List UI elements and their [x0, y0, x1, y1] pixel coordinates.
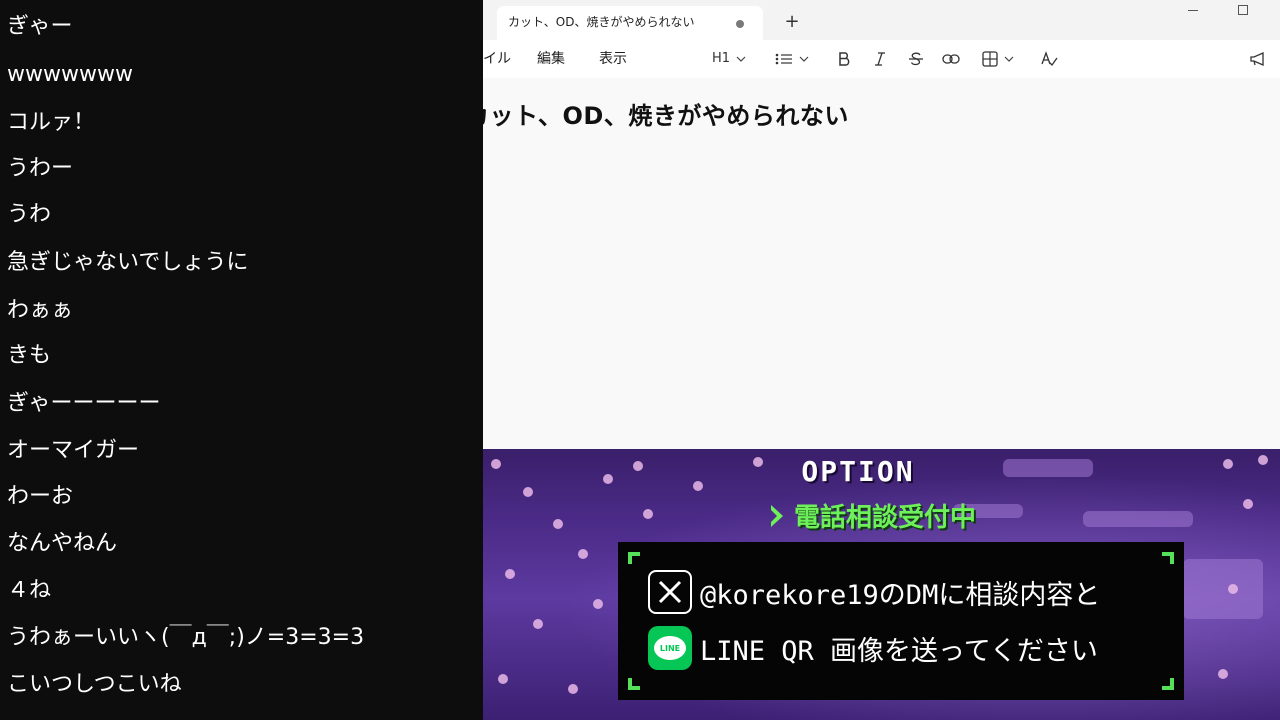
- heading-dropdown[interactable]: H1: [712, 49, 746, 69]
- link-button[interactable]: [942, 49, 960, 69]
- petal-icon: [568, 684, 578, 694]
- chevron-down-icon: [799, 56, 809, 62]
- comment-item: こいつしつこいね: [7, 672, 182, 697]
- pixel-cloud: [1183, 559, 1263, 619]
- comment-item: うわぁーいいヽ(￣д￣;)ノ=3=3=3: [7, 625, 365, 650]
- comment-item: コルァ！: [7, 110, 96, 135]
- petal-icon: [505, 569, 515, 579]
- line-contact-text: LINE QR 画像を送ってください: [700, 635, 1098, 667]
- italic-button[interactable]: [873, 49, 887, 69]
- contact-info-box: @korekore19のDMに相談内容と LINE LINE QR 画像を送って…: [618, 542, 1184, 700]
- minimize-icon: [1188, 10, 1198, 11]
- link-icon: [942, 54, 960, 64]
- comment-item: ４ね: [7, 578, 52, 603]
- comment-item: wwwwwww: [7, 62, 133, 87]
- petal-icon: [1243, 499, 1253, 509]
- menu-edit[interactable]: 編集: [537, 40, 565, 78]
- comment-item: わぁぁ: [7, 298, 74, 323]
- maximize-icon: [1238, 5, 1248, 15]
- spellcheck-icon: [1041, 51, 1058, 67]
- comment-item: うわ: [7, 202, 52, 227]
- heading-label: H1: [712, 51, 731, 66]
- document-heading[interactable]: カット、OD、焼きがやめられない: [483, 96, 849, 131]
- spellcheck-button[interactable]: [1040, 49, 1058, 69]
- table-icon: [982, 51, 998, 67]
- petal-icon: [523, 487, 533, 497]
- petal-icon: [1218, 669, 1228, 679]
- document-tab[interactable]: カット、OD、焼きがやめられない: [497, 6, 763, 40]
- x-contact-text: @korekore19のDMに相談内容と: [700, 579, 1101, 611]
- comment-item: なんやねん: [7, 531, 118, 556]
- corner-bracket: [1162, 552, 1174, 564]
- consultation-banner: OPTION 電話相談受付中 @korekore19のDMに相談内容と LINE…: [483, 449, 1280, 720]
- editor-area[interactable]: カット、OD、焼きがやめられない: [483, 78, 1280, 449]
- strikethrough-icon: [909, 52, 923, 66]
- list-icon: [775, 53, 792, 65]
- new-tab-button[interactable]: +: [779, 9, 805, 35]
- bold-button[interactable]: [837, 49, 851, 69]
- line-bubble: LINE: [654, 636, 686, 660]
- corner-bracket: [1162, 678, 1174, 690]
- menu-bar: イル 編集 表示 H1: [483, 40, 1280, 78]
- petal-icon: [578, 549, 588, 559]
- x-glyph-icon: [658, 580, 682, 604]
- list-dropdown[interactable]: [775, 49, 809, 69]
- line-logo-icon: LINE: [648, 626, 692, 670]
- petal-icon: [643, 509, 653, 519]
- maximize-button[interactable]: [1221, 0, 1267, 24]
- petal-icon: [533, 619, 543, 629]
- comment-item: うわー: [7, 156, 74, 181]
- petal-icon: [498, 674, 508, 684]
- chevron-down-icon: [1004, 56, 1014, 62]
- petal-icon: [593, 599, 603, 609]
- unsaved-dot-icon[interactable]: [736, 20, 744, 28]
- comment-item: わーお: [7, 484, 74, 509]
- phone-consult-text: 電話相談受付中: [794, 503, 977, 533]
- petal-icon: [1228, 584, 1238, 594]
- notepad-window: カット、OD、焼きがやめられない + イル 編集 表示 H1 カット、OD、焼き…: [483, 0, 1280, 449]
- petal-icon: [1258, 455, 1268, 465]
- title-bar: カット、OD、焼きがやめられない +: [483, 0, 1280, 40]
- chevron-down-icon: [736, 56, 746, 62]
- corner-bracket: [628, 678, 640, 690]
- x-contact-row: @korekore19のDMに相談内容と: [648, 570, 1100, 614]
- minimize-button[interactable]: [1171, 0, 1217, 24]
- strikethrough-button[interactable]: [908, 49, 924, 69]
- x-logo-icon: [648, 570, 692, 614]
- italic-icon: [875, 52, 885, 66]
- announcement-button[interactable]: [1249, 49, 1267, 69]
- bold-icon: [839, 52, 850, 66]
- petal-icon: [553, 519, 563, 529]
- phone-consult-line: 電話相談受付中: [768, 497, 976, 534]
- comment-item: オーマイガー: [7, 438, 140, 463]
- comment-panel: ぎゃー wwwwwww コルァ！ うわー うわ 急ぎじゃないでしょうに わぁぁ …: [0, 0, 483, 720]
- option-title: OPTION: [801, 455, 915, 488]
- comment-item: ぎゃーーーーー: [7, 391, 161, 416]
- comment-item: きも: [7, 343, 52, 368]
- pixel-cloud: [1083, 511, 1193, 527]
- menu-file[interactable]: イル: [483, 40, 511, 78]
- arrow-right-icon: [771, 504, 783, 527]
- corner-bracket: [628, 552, 640, 564]
- tab-title: カット、OD、焼きがやめられない: [508, 15, 695, 29]
- table-dropdown[interactable]: [982, 49, 1014, 69]
- comment-item: ぎゃー: [7, 14, 73, 39]
- megaphone-icon: [1250, 51, 1264, 67]
- comment-item: 急ぎじゃないでしょうに: [7, 250, 249, 275]
- menu-view[interactable]: 表示: [599, 40, 627, 78]
- line-contact-row: LINE LINE QR 画像を送ってください: [648, 626, 1098, 670]
